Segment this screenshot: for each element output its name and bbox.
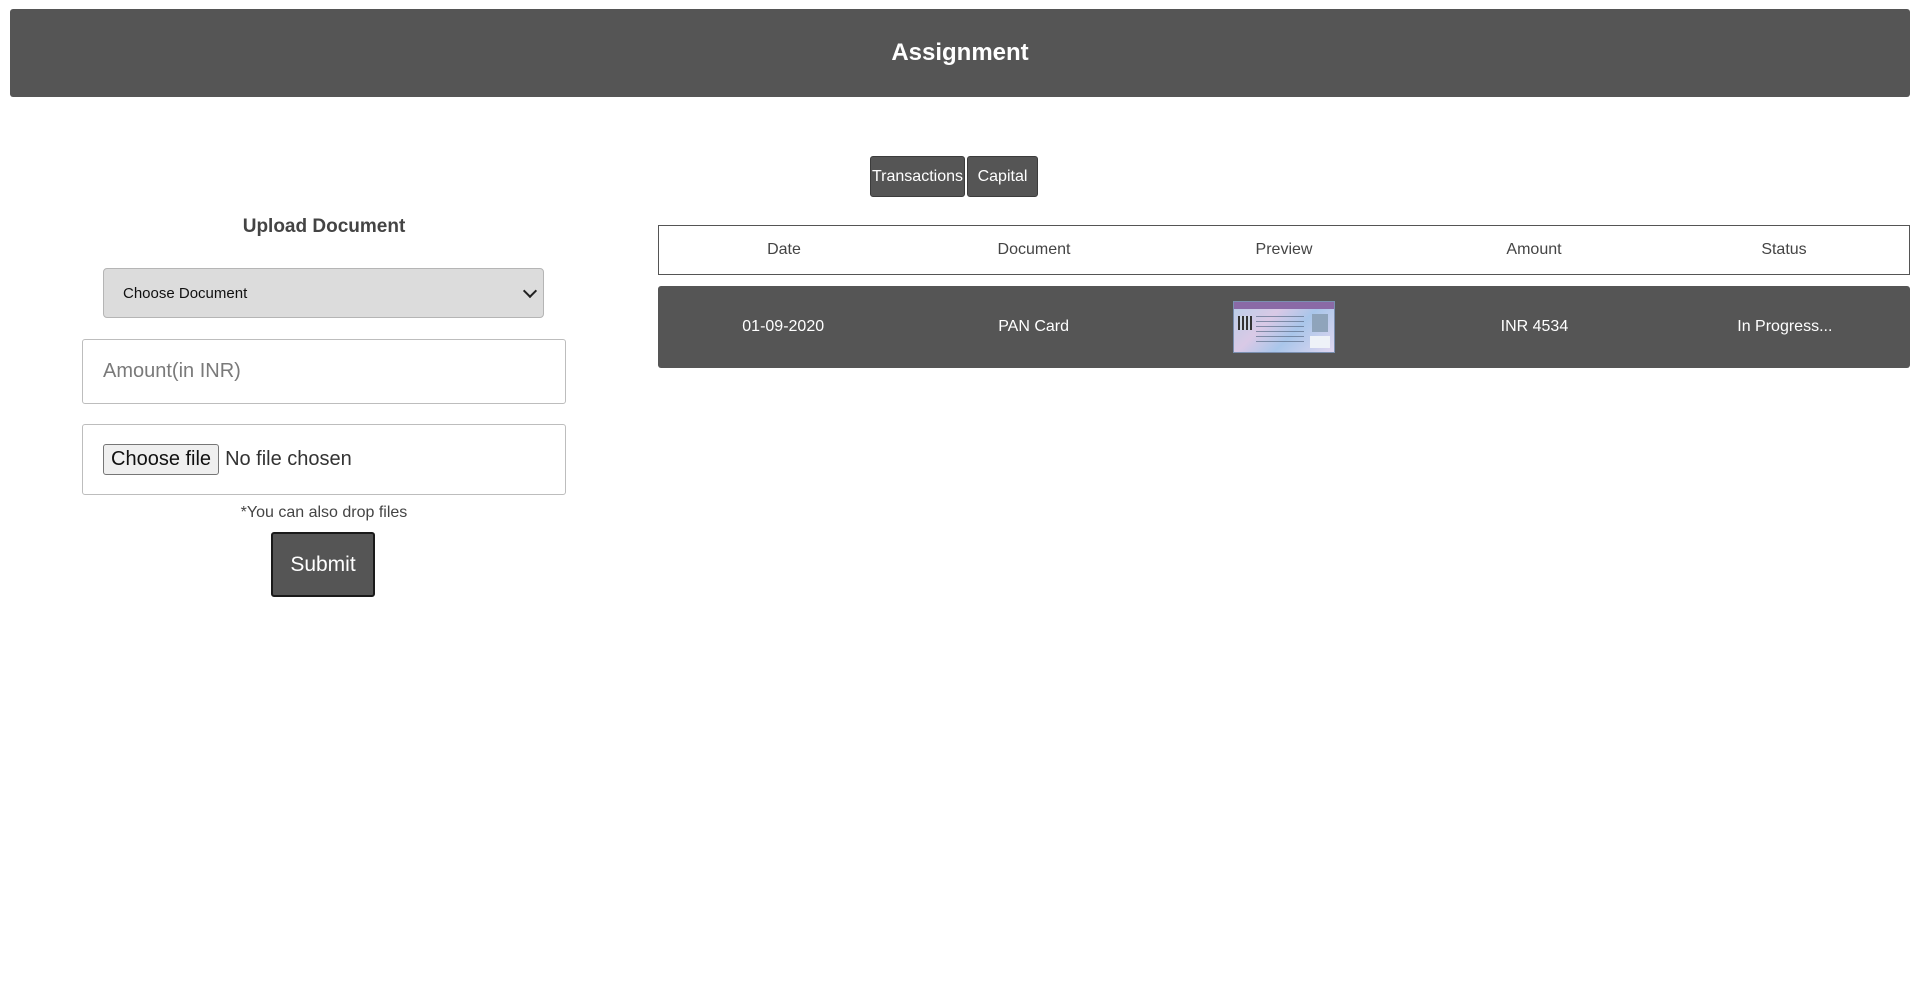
column-header-document: Document xyxy=(997,241,1071,258)
document-select-value: Choose Document xyxy=(123,284,248,302)
app-header: Assignment xyxy=(10,9,1910,97)
drop-hint: *You can also drop files xyxy=(240,504,408,521)
cell-status: In Progress... xyxy=(1737,318,1833,335)
submit-button[interactable]: Submit xyxy=(271,532,375,597)
file-status: No file chosen xyxy=(225,448,352,470)
cell-document: PAN Card xyxy=(998,318,1070,335)
chevron-down-icon xyxy=(522,283,538,298)
column-header-date: Date xyxy=(767,241,801,258)
cell-date: 01-09-2020 xyxy=(742,318,825,335)
tab-capital[interactable]: Capital xyxy=(967,156,1038,197)
cell-amount: INR 4534 xyxy=(1500,318,1569,335)
document-preview-image[interactable] xyxy=(1233,301,1336,353)
table-row: 01-09-2020 PAN Card INR 4534 In Progress… xyxy=(658,286,1910,368)
column-header-preview: Preview xyxy=(1255,241,1313,258)
table-header: Date Document Preview Amount Status xyxy=(658,225,1910,275)
view-tabs: Transactions Capital xyxy=(870,156,1038,197)
tab-transactions[interactable]: Transactions xyxy=(870,156,965,197)
column-header-status: Status xyxy=(1761,241,1807,258)
choose-file-button[interactable]: Choose file xyxy=(103,444,220,475)
upload-form: Upload Document Choose Document Choose f… xyxy=(82,210,566,597)
document-select[interactable]: Choose Document xyxy=(103,268,544,318)
page-title: Assignment xyxy=(891,39,1029,66)
upload-title: Upload Document xyxy=(242,216,406,237)
column-header-amount: Amount xyxy=(1506,241,1562,258)
amount-input[interactable] xyxy=(82,339,566,404)
file-input[interactable]: Choose file No file chosen xyxy=(82,424,566,495)
cell-preview xyxy=(1159,301,1409,353)
